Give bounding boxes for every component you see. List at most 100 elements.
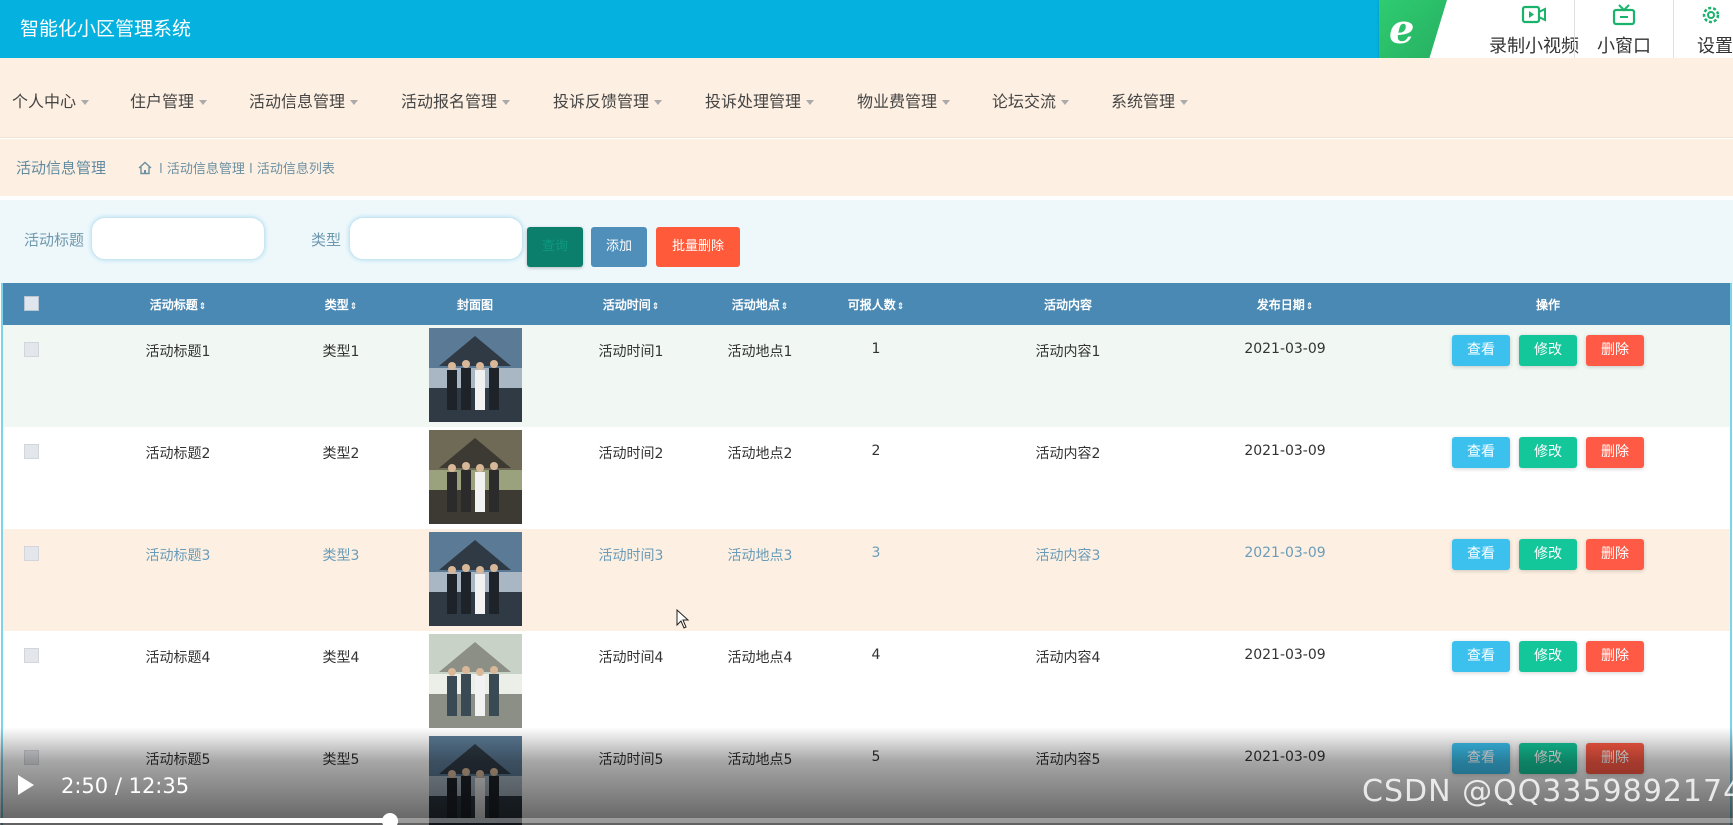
- cell-time: 活动时间3: [598, 548, 664, 564]
- nav-item-personal-center[interactable]: 个人中心: [12, 88, 90, 112]
- cell-title: 活动标题1: [145, 344, 211, 360]
- edit-button[interactable]: 修改: [1519, 743, 1577, 774]
- cell-type: 类型5: [322, 752, 360, 768]
- column-header-type[interactable]: 类型⇕: [325, 296, 358, 313]
- nav-item-system-management[interactable]: 系统管理: [1111, 88, 1189, 112]
- cell-capacity: 5: [871, 749, 881, 765]
- sort-icon: ⇕: [896, 302, 905, 312]
- cell-content: 活动内容3: [1035, 548, 1101, 564]
- column-header-label: 活动标题: [149, 298, 198, 312]
- column-header-label: 活动内容: [1043, 298, 1093, 312]
- batch-delete-button[interactable]: 批量删除: [656, 227, 740, 267]
- cell-date: 2021-03-09: [1244, 749, 1326, 765]
- nav-item-activity-signup[interactable]: 活动报名管理: [401, 88, 511, 112]
- settings-label: 设置: [1697, 36, 1733, 57]
- home-icon[interactable]: [138, 161, 152, 175]
- type-filter-label: 类型: [311, 231, 342, 249]
- nav-item-label: 投诉反馈管理: [553, 92, 650, 111]
- edit-button[interactable]: 修改: [1519, 641, 1577, 672]
- caret-down-icon: [502, 100, 511, 105]
- column-header-actions: 操作: [1536, 296, 1560, 313]
- gear-icon: [1702, 6, 1720, 24]
- delete-button[interactable]: 删除: [1586, 743, 1644, 774]
- cell-place: 活动地点1: [727, 344, 793, 360]
- delete-button[interactable]: 删除: [1586, 641, 1644, 672]
- type-filter-input[interactable]: [349, 217, 523, 260]
- view-button[interactable]: 查看: [1452, 539, 1510, 570]
- column-header-label: 活动时间: [602, 298, 651, 312]
- column-header-place[interactable]: 活动地点⇕: [732, 296, 789, 313]
- delete-button[interactable]: 删除: [1586, 335, 1644, 366]
- nav-item-label: 活动报名管理: [401, 92, 498, 111]
- cell-time: 活动时间1: [598, 344, 664, 360]
- cover-image: [429, 736, 522, 825]
- column-header-capacity[interactable]: 可报人数⇕: [848, 296, 905, 313]
- row-checkbox[interactable]: [24, 648, 39, 663]
- query-button[interactable]: 查询: [527, 227, 583, 267]
- edit-button[interactable]: 修改: [1519, 437, 1577, 468]
- cell-content: 活动内容5: [1035, 752, 1101, 768]
- cell-place: 活动地点3: [727, 548, 793, 564]
- video-progress-handle[interactable]: [381, 813, 398, 825]
- nav-item-forum[interactable]: 论坛交流: [992, 88, 1070, 112]
- toolbar-divider: [1673, 0, 1674, 63]
- nav-item-label: 系统管理: [1111, 92, 1176, 111]
- cell-time: 活动时间4: [598, 650, 664, 666]
- cell-type: 类型3: [322, 548, 360, 564]
- title-filter-label: 活动标题: [24, 231, 85, 249]
- column-header-label: 类型: [324, 298, 349, 312]
- view-button[interactable]: 查看: [1452, 335, 1510, 366]
- cell-title: 活动标题2: [145, 446, 211, 462]
- breadcrumb: l 活动信息管理 l 活动信息列表: [138, 158, 335, 177]
- sort-icon: ⇕: [780, 302, 789, 312]
- cell-content: 活动内容1: [1035, 344, 1101, 360]
- sort-icon: ⇕: [651, 302, 660, 312]
- table-row[interactable]: 活动标题4 类型4 活动时间4 活动地点4 4 活动内容4 2021-03-09 查看 修改 删除: [3, 631, 1730, 733]
- view-button[interactable]: 查看: [1452, 641, 1510, 672]
- edit-button[interactable]: 修改: [1519, 539, 1577, 570]
- row-checkbox[interactable]: [24, 342, 39, 357]
- column-header-title[interactable]: 活动标题⇕: [150, 296, 207, 313]
- video-progress-fill: [0, 818, 390, 823]
- edit-button[interactable]: 修改: [1519, 335, 1577, 366]
- caret-down-icon: [1061, 100, 1070, 105]
- column-header-date[interactable]: 发布日期⇕: [1257, 296, 1314, 313]
- table-row[interactable]: 活动标题2 类型2 活动时间2 活动地点2 2 活动内容2 2021-03-09 查看 修改 删除: [3, 427, 1730, 529]
- column-header-time[interactable]: 活动时间⇕: [603, 296, 660, 313]
- breadcrumb-bar: 活动信息管理 l 活动信息管理 l 活动信息列表: [0, 139, 1733, 196]
- settings-button[interactable]: 设置: [1682, 0, 1733, 63]
- view-button[interactable]: 查看: [1452, 437, 1510, 468]
- row-checkbox[interactable]: [24, 444, 39, 459]
- cell-capacity: 2: [871, 443, 881, 459]
- cell-place: 活动地点4: [727, 650, 793, 666]
- caret-down-icon: [1180, 100, 1189, 105]
- nav-item-property-fee[interactable]: 物业费管理: [857, 88, 951, 112]
- title-filter-input[interactable]: [91, 217, 265, 260]
- column-header-content: 活动内容: [1044, 296, 1092, 313]
- nav-item-activity-info[interactable]: 活动信息管理: [249, 88, 359, 112]
- caret-down-icon: [350, 100, 359, 105]
- nav-item-complaint-handling[interactable]: 投诉处理管理: [705, 88, 815, 112]
- delete-button[interactable]: 删除: [1586, 437, 1644, 468]
- sort-icon: ⇕: [198, 302, 207, 312]
- view-button[interactable]: 查看: [1452, 743, 1510, 774]
- table-row[interactable]: 活动标题1 类型1 活动时间1 活动地点1 1 活动内容1 2021-03-09 查看 修改 删除: [3, 325, 1730, 427]
- column-header-label: 可报人数: [847, 298, 896, 312]
- select-all-checkbox[interactable]: [24, 296, 39, 311]
- mini-window-button[interactable]: 小窗口: [1575, 0, 1673, 63]
- row-checkbox[interactable]: [24, 750, 39, 765]
- breadcrumb-item[interactable]: 活动信息管理: [167, 162, 245, 177]
- delete-button[interactable]: 删除: [1586, 539, 1644, 570]
- row-checkbox[interactable]: [24, 546, 39, 561]
- nav-item-complaint-feedback[interactable]: 投诉反馈管理: [553, 88, 663, 112]
- nav-item-resident-management[interactable]: 住户管理: [130, 88, 208, 112]
- cell-place: 活动地点2: [727, 446, 793, 462]
- cell-content: 活动内容4: [1035, 650, 1101, 666]
- cell-date: 2021-03-09: [1244, 647, 1326, 663]
- video-progress-bar[interactable]: [0, 813, 1733, 825]
- nav-item-label: 活动信息管理: [249, 92, 346, 111]
- play-icon[interactable]: [18, 775, 34, 795]
- add-button[interactable]: 添加: [591, 227, 647, 267]
- ie-e-icon[interactable]: e: [1379, 0, 1447, 63]
- table-row[interactable]: 活动标题3 类型3 活动时间3 活动地点3 3 活动内容3 2021-03-09 查看 修改 删除: [3, 529, 1730, 631]
